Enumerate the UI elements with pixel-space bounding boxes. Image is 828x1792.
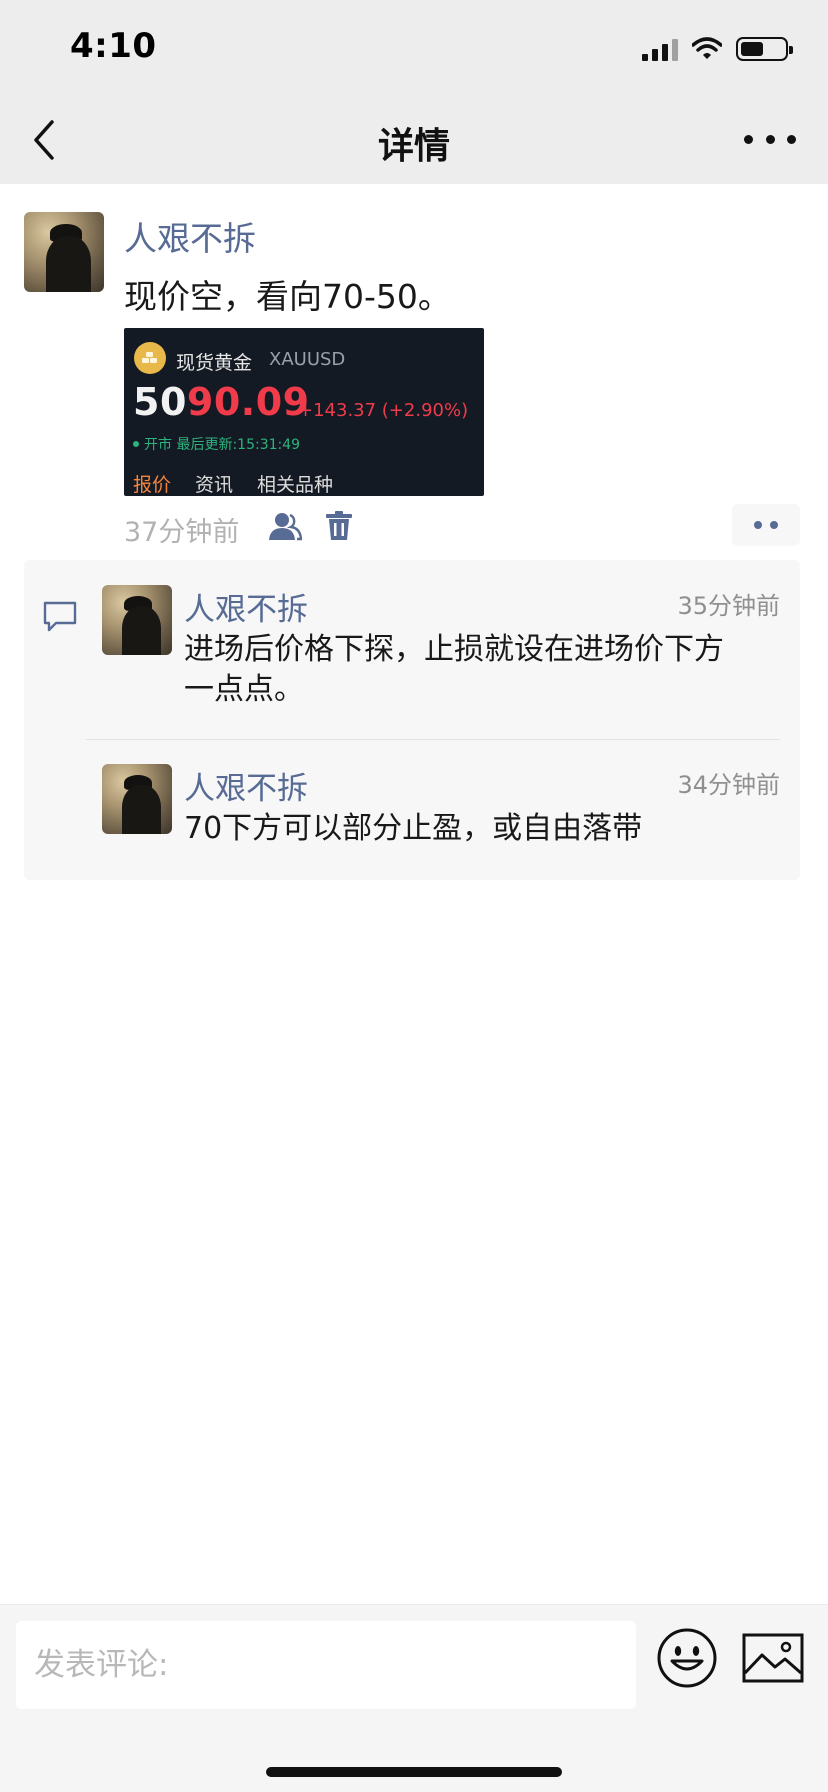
quote-price-prefix: 50 xyxy=(133,380,187,424)
comment-text-line: 70下方可以部分止盈，或自由落带 xyxy=(184,811,643,846)
quote-price-suffix: 90.09 xyxy=(186,380,310,424)
screen: 4:10 详情 人艰不拆 现价空，看向70-50。 现货黄金 XAUUSD 50… xyxy=(0,0,828,1792)
comment-bar xyxy=(0,1604,828,1792)
visibility-button[interactable] xyxy=(268,510,302,542)
wifi-icon xyxy=(692,37,722,59)
quote-status-text: 开市 最后更新:15:31:49 xyxy=(144,437,301,453)
author-avatar[interactable] xyxy=(24,212,104,292)
comment-text-line: 进场后价格下探，止损就设在进场价下方 xyxy=(184,632,724,667)
comment-text-line: 一点点。 xyxy=(184,672,304,707)
comment-time: 34分钟前 xyxy=(677,771,780,799)
status-time: 4:10 xyxy=(70,26,157,66)
comment-time: 35分钟前 xyxy=(677,592,780,620)
quote-name: 现货黄金 xyxy=(176,352,253,374)
comment-icon xyxy=(43,601,77,632)
comment-divider xyxy=(86,739,780,740)
home-indicator[interactable] xyxy=(266,1767,562,1777)
like-comment-button[interactable] xyxy=(732,504,800,546)
quote-change: +143.37 (+2.90%) xyxy=(298,400,469,421)
trash-icon xyxy=(326,511,352,540)
comment-author[interactable]: 人艰不拆 xyxy=(184,763,308,808)
status-dot-icon xyxy=(133,441,139,447)
comment-text: 70下方可以部分止盈，或自由落带 xyxy=(184,809,642,849)
signal-icon xyxy=(642,37,678,61)
more-button[interactable] xyxy=(744,124,796,154)
comment-author[interactable]: 人艰不拆 xyxy=(184,584,308,629)
comments-panel: 人艰不拆 35分钟前 进场后价格下探，止损就设在进场价下方 一点点。 人艰不拆 … xyxy=(24,560,800,880)
dots-icon xyxy=(754,521,762,529)
comment-text: 进场后价格下探，止损就设在进场价下方 一点点。 xyxy=(184,630,724,710)
battery-icon xyxy=(736,37,793,61)
comment-avatar[interactable] xyxy=(102,585,172,655)
page-title: 详情 xyxy=(377,126,450,167)
comment-avatar[interactable] xyxy=(102,764,172,834)
quote-code: XAUUSD xyxy=(269,349,346,370)
image-icon[interactable] xyxy=(742,1633,804,1683)
post-text: 现价空，看向70-50。 xyxy=(124,277,451,316)
comment-input[interactable] xyxy=(16,1621,636,1709)
quote-tab-news[interactable]: 资讯 xyxy=(195,470,233,496)
quote-card[interactable]: 现货黄金 XAUUSD 5090.09 +143.37 (+2.90%) 开市 … xyxy=(124,328,484,496)
emoji-icon[interactable] xyxy=(656,1627,718,1689)
status-icons xyxy=(642,32,793,66)
post-time: 37分钟前 xyxy=(124,517,240,548)
gold-icon xyxy=(134,342,166,374)
quote-tab-related[interactable]: 相关品种 xyxy=(257,470,333,496)
quote-tab-price[interactable]: 报价 xyxy=(133,470,171,496)
users-icon xyxy=(269,513,302,541)
quote-status: 开市 最后更新:15:31:49 xyxy=(133,434,300,454)
top-bar: 4:10 详情 xyxy=(0,0,828,184)
more-icon xyxy=(744,134,753,144)
post-author[interactable]: 人艰不拆 xyxy=(124,212,256,260)
quote-price: 5090.09 xyxy=(133,380,310,424)
quote-tabs: 报价 资讯 相关品种 xyxy=(133,470,333,496)
delete-button[interactable] xyxy=(322,510,356,542)
